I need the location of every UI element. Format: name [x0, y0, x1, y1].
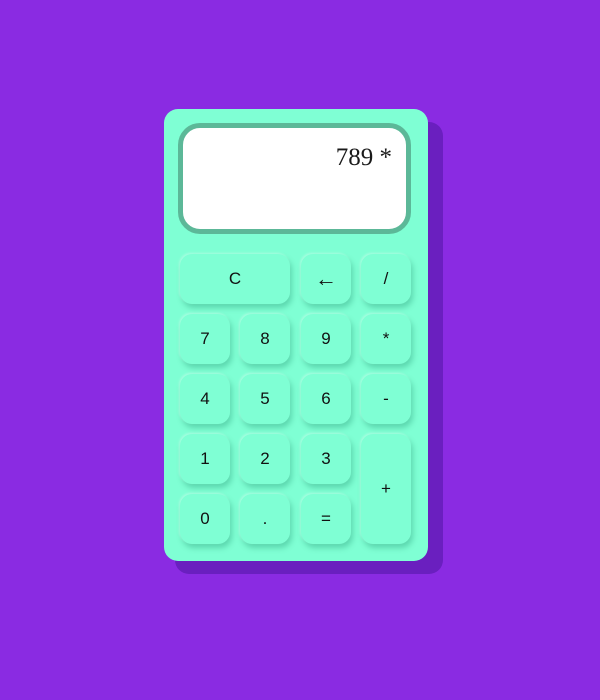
nine-button[interactable]: 9 [301, 314, 351, 364]
eight-button[interactable]: 8 [240, 314, 290, 364]
equals-button[interactable]: = [301, 494, 351, 544]
zero-button[interactable]: 0 [180, 494, 230, 544]
four-button[interactable]: 4 [180, 374, 230, 424]
six-button[interactable]: 6 [301, 374, 351, 424]
two-button[interactable]: 2 [240, 434, 290, 484]
one-button[interactable]: 1 [180, 434, 230, 484]
calculator-display: 789 * [178, 123, 411, 234]
keypad: C ← / 7 8 9 * 4 5 6 - 1 2 3 + 0 . = [180, 254, 412, 545]
backspace-button[interactable]: ← [301, 254, 351, 304]
divide-button[interactable]: / [361, 254, 411, 304]
clear-button[interactable]: C [180, 254, 290, 304]
minus-button[interactable]: - [361, 374, 411, 424]
multiply-button[interactable]: * [361, 314, 411, 364]
calculator: 789 * C ← / 7 8 9 * 4 5 6 - 1 2 3 + 0 . … [164, 109, 428, 561]
plus-button[interactable]: + [361, 434, 411, 544]
display-value: 789 * [335, 144, 392, 171]
three-button[interactable]: 3 [301, 434, 351, 484]
seven-button[interactable]: 7 [180, 314, 230, 364]
five-button[interactable]: 5 [240, 374, 290, 424]
decimal-button[interactable]: . [240, 494, 290, 544]
